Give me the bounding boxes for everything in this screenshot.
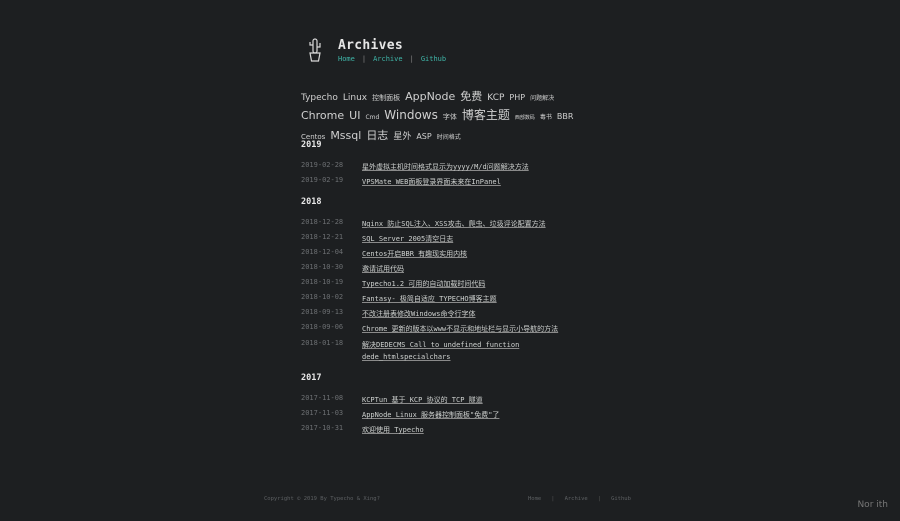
- footer-nav: Home | Archive | Github: [528, 496, 631, 502]
- tag-link[interactable]: Typecho: [301, 91, 338, 106]
- footer-home-link[interactable]: Home: [528, 496, 541, 502]
- post-title-link[interactable]: Chrome 更新的版本以www不显示和地址栏与显示小导航的方法: [362, 323, 562, 336]
- footer-separator: |: [551, 496, 555, 502]
- nav-separator: |: [361, 55, 367, 63]
- post-date: 2018-10-02: [301, 293, 344, 301]
- post-date: 2018-10-19: [301, 278, 344, 286]
- tag-cloud: Typecho Linux 控制面板 AppNode 免费 KCP PHP 问题解决 Chrom…: [301, 87, 591, 145]
- tag-link[interactable]: BBR: [557, 109, 574, 124]
- tag-link[interactable]: Chrome: [301, 108, 344, 123]
- tag-link[interactable]: KCP: [487, 91, 504, 106]
- year-heading: 2017: [301, 373, 322, 383]
- tag-link[interactable]: Cmd: [365, 110, 379, 125]
- post-title-link[interactable]: Typecho1.2 可用的自动加载时间代码: [362, 278, 562, 291]
- tag-link[interactable]: 西部数码: [515, 111, 535, 126]
- tag-link[interactable]: AppNode: [405, 89, 455, 104]
- cactus-logo-icon[interactable]: [307, 36, 323, 64]
- post-date: 2018-09-13: [301, 308, 344, 316]
- tag-link[interactable]: Windows: [384, 108, 438, 123]
- year-heading: 2019: [301, 140, 322, 150]
- post-title-link[interactable]: KCPTun 基于 KCP 协议的 TCP 隧道: [362, 394, 562, 407]
- post-title-link[interactable]: Fantasy- 极简自适应 TYPECHO博客主题: [362, 293, 562, 306]
- post-title-link[interactable]: Nginx 防止SQL注入、XSS攻击、爬虫、垃圾评论配置方法: [362, 218, 562, 231]
- tag-link[interactable]: UI: [349, 108, 360, 123]
- header-nav: Home | Archive | Github: [338, 55, 446, 63]
- post-date: 2018-01-18: [301, 339, 344, 347]
- post-title-link[interactable]: 不改注册表修改Windows命令行字体: [362, 308, 562, 321]
- tag-link[interactable]: 日志: [366, 128, 388, 143]
- post-date: 2018-10-30: [301, 263, 344, 271]
- footer-copyright: Copyright © 2019 By Typecho & Xing?: [264, 496, 380, 502]
- post-date: 2017-10-31: [301, 424, 344, 432]
- post-title-link[interactable]: 邀请试用代码: [362, 263, 562, 276]
- post-date: 2017-11-03: [301, 409, 344, 417]
- corner-text: Nor ith: [857, 500, 888, 510]
- post-title-link[interactable]: SQL Server 2005清空日志: [362, 233, 562, 246]
- post-title-link[interactable]: 星外虚拟主机时间格式显示为yyyy/M/d问题解决方法: [362, 161, 562, 174]
- post-title-link[interactable]: 欢迎使用 Typecho: [362, 424, 562, 437]
- post-date: 2019-02-28: [301, 161, 344, 169]
- post-title-link[interactable]: 解决DEDECMS Call to undefined function ded…: [362, 339, 562, 364]
- tag-link[interactable]: 毒书: [540, 110, 552, 125]
- post-date: 2018-12-04: [301, 248, 344, 256]
- page-title: Archives: [338, 38, 404, 53]
- tag-link[interactable]: ASP: [416, 129, 431, 144]
- tag-link[interactable]: 免费: [460, 89, 482, 104]
- footer-github-link[interactable]: Github: [611, 496, 631, 502]
- nav-archive-link[interactable]: Archive: [373, 55, 403, 63]
- post-title-link[interactable]: AppNode Linux 服务器控制面板"免费"了: [362, 409, 562, 422]
- year-heading: 2018: [301, 197, 322, 207]
- footer-archive-link[interactable]: Archive: [565, 496, 588, 502]
- tag-link[interactable]: 控制面板: [372, 91, 400, 106]
- post-date: 2018-09-06: [301, 323, 344, 331]
- tag-link[interactable]: 时间格式: [437, 130, 461, 145]
- post-title-link[interactable]: Centos开启BBR 有趣现实用内核: [362, 248, 562, 261]
- tag-link[interactable]: PHP: [509, 90, 525, 105]
- post-title-link[interactable]: VPSMate WEB面板登录界面未来在InPanel: [362, 176, 562, 189]
- tag-link[interactable]: 问题解决: [530, 91, 554, 106]
- post-date: 2018-12-28: [301, 218, 344, 226]
- tag-link[interactable]: Mssql: [330, 128, 361, 143]
- tag-link[interactable]: Linux: [343, 91, 367, 106]
- nav-home-link[interactable]: Home: [338, 55, 355, 63]
- tag-link[interactable]: 星外: [393, 130, 411, 145]
- footer-separator: |: [597, 496, 602, 502]
- tag-link[interactable]: 字体: [443, 110, 457, 125]
- nav-separator: |: [409, 55, 414, 63]
- post-date: 2018-12-21: [301, 233, 344, 241]
- nav-github-link[interactable]: Github: [421, 55, 446, 63]
- tag-link[interactable]: 博客主题: [462, 108, 510, 123]
- post-date: 2017-11-08: [301, 394, 344, 402]
- post-date: 2019-02-19: [301, 176, 344, 184]
